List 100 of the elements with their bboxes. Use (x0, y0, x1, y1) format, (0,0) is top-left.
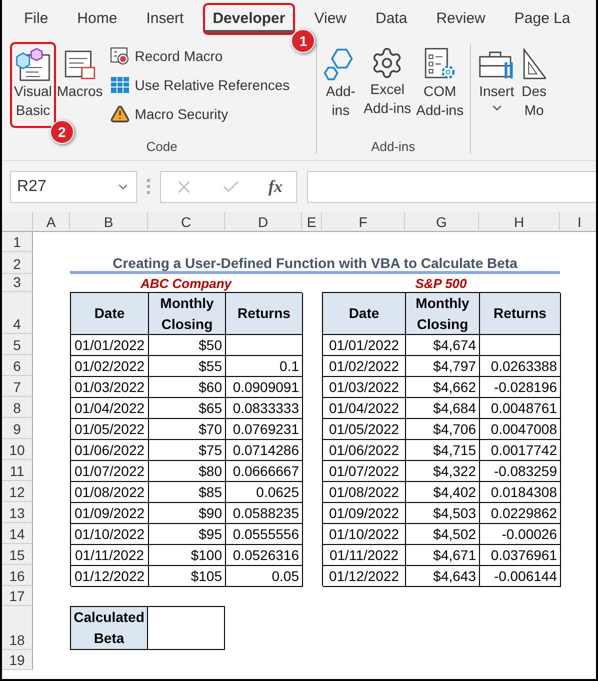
table-cell: 0.0625 (226, 482, 303, 503)
table-cell: 01/02/2022 (323, 356, 406, 377)
table-cell: 01/11/2022 (323, 545, 406, 566)
table-cell: 01/10/2022 (71, 524, 149, 545)
table-cell: 01/01/2022 (71, 335, 149, 356)
table-cell: 0.05 (226, 566, 303, 587)
column-header[interactable]: H (479, 212, 560, 232)
row-header[interactable]: 4 (2, 292, 33, 334)
row-header[interactable]: 18 (2, 606, 33, 650)
column-header[interactable]: D (225, 212, 302, 232)
header-cell: Date (71, 293, 149, 335)
row-header[interactable]: 15 (2, 544, 33, 565)
table-cell: -0.083259 (480, 461, 561, 482)
table-cell: $55 (149, 356, 226, 377)
header-cell: Returns (226, 293, 303, 335)
row-header[interactable]: 9 (2, 418, 33, 439)
ribbon-tab[interactable]: File (16, 5, 56, 33)
table-cell: -0.028196 (480, 377, 561, 398)
ribbon-tab[interactable]: Page La (506, 5, 578, 33)
header-cell: Monthly Closing (406, 293, 480, 335)
column-header[interactable]: I (560, 212, 596, 232)
row-header[interactable]: 16 (2, 565, 33, 586)
row-header[interactable]: 7 (2, 376, 33, 397)
table-cell: $90 (149, 503, 226, 524)
table-cell: $4,684 (406, 398, 480, 419)
column-header[interactable]: B (70, 212, 148, 232)
column-header[interactable]: A (33, 212, 70, 232)
table-cell: 0.1 (226, 356, 303, 377)
row-header[interactable]: 6 (2, 355, 33, 376)
row-header[interactable]: 19 (2, 650, 33, 670)
select-all-corner[interactable] (2, 212, 33, 232)
ribbon-tab[interactable]: Developer (204, 5, 294, 33)
table-cell: 01/03/2022 (71, 377, 149, 398)
table-cell: 0.0833333 (226, 398, 303, 419)
table-cell: $4,502 (406, 524, 480, 545)
ribbon-tab[interactable]: Data (368, 5, 416, 33)
table-cell: 01/05/2022 (323, 419, 406, 440)
grip-icon (147, 178, 150, 194)
table-cell: 01/06/2022 (71, 440, 149, 461)
table-cell: 0.0909091 (226, 377, 303, 398)
ribbon-button[interactable]: Insert (474, 44, 519, 122)
row-header[interactable]: 10 (2, 439, 33, 460)
table-cell: 01/03/2022 (323, 377, 406, 398)
ribbon-button[interactable]: Des Mo (520, 44, 548, 122)
ribbon-tab[interactable]: Review (428, 5, 494, 33)
column-header[interactable]: C (148, 212, 225, 232)
table-cell: $4,643 (406, 566, 480, 587)
table-cell: $4,706 (406, 419, 480, 440)
row-header[interactable]: 1 (2, 232, 33, 252)
header-cell: Date (323, 293, 406, 335)
formula-field[interactable] (307, 170, 596, 202)
column-header[interactable]: G (405, 212, 479, 232)
table-cell: 0.0048761 (480, 398, 561, 419)
table-cell: $65 (149, 398, 226, 419)
table-cell: 01/07/2022 (71, 461, 149, 482)
table-cell: 01/09/2022 (71, 503, 149, 524)
table-heading: ABC Company (139, 274, 233, 292)
ribbon-button[interactable]: Use Relative References (110, 73, 290, 97)
ribbon-button[interactable]: Add- ins (320, 44, 361, 122)
ribbon-button[interactable]: Macro Security (110, 102, 290, 126)
row-header[interactable]: 17 (2, 586, 33, 606)
table-cell: $80 (149, 461, 226, 482)
table-cell: $70 (149, 419, 226, 440)
ribbon-tab[interactable]: Insert (138, 5, 192, 33)
table-cell: 0.0666667 (226, 461, 303, 482)
warning-icon (110, 104, 130, 124)
table-cell: 01/12/2022 (323, 566, 406, 587)
table-cell: 01/11/2022 (71, 545, 149, 566)
table-cell: $4,662 (406, 377, 480, 398)
row-header[interactable]: 12 (2, 481, 33, 502)
insert-function-button[interactable]: fx (268, 176, 283, 196)
ribbon-button[interactable]: COM Add-ins (414, 44, 466, 122)
table-cell: $95 (149, 524, 226, 545)
ribbon-tab[interactable]: Home (69, 5, 126, 33)
row-header[interactable]: 5 (2, 334, 33, 355)
table-cell: 01/04/2022 (323, 398, 406, 419)
step-number: 1 (291, 29, 316, 53)
row-header[interactable]: 8 (2, 397, 33, 418)
table-cell: 0.0047008 (480, 419, 561, 440)
ribbon-button[interactable]: Excel Add-ins (362, 44, 414, 122)
column-header[interactable]: F (322, 212, 405, 232)
row-header[interactable]: 3 (2, 274, 33, 292)
table-cell: 01/10/2022 (323, 524, 406, 545)
column-header[interactable]: E (302, 212, 322, 232)
table-cell: 0.0184308 (480, 482, 561, 503)
step-number: 2 (50, 120, 74, 144)
row-header[interactable]: 14 (2, 523, 33, 544)
table-cell: $85 (149, 482, 226, 503)
table-cell: 0.0263388 (480, 356, 561, 377)
name-box[interactable]: R27 (10, 170, 137, 202)
row-header[interactable]: 11 (2, 460, 33, 481)
row-header[interactable]: 13 (2, 502, 33, 523)
code-window-icon (14, 46, 51, 82)
table-cell: 01/04/2022 (71, 398, 149, 419)
table-cell: -0.00026 (480, 524, 561, 545)
ribbon-button[interactable]: Record Macro (110, 44, 290, 68)
table-cell: $4,797 (406, 356, 480, 377)
row-header[interactable]: 2 (2, 252, 33, 274)
table-cell: $105 (149, 566, 226, 587)
table-cell: 0.0229862 (480, 503, 561, 524)
